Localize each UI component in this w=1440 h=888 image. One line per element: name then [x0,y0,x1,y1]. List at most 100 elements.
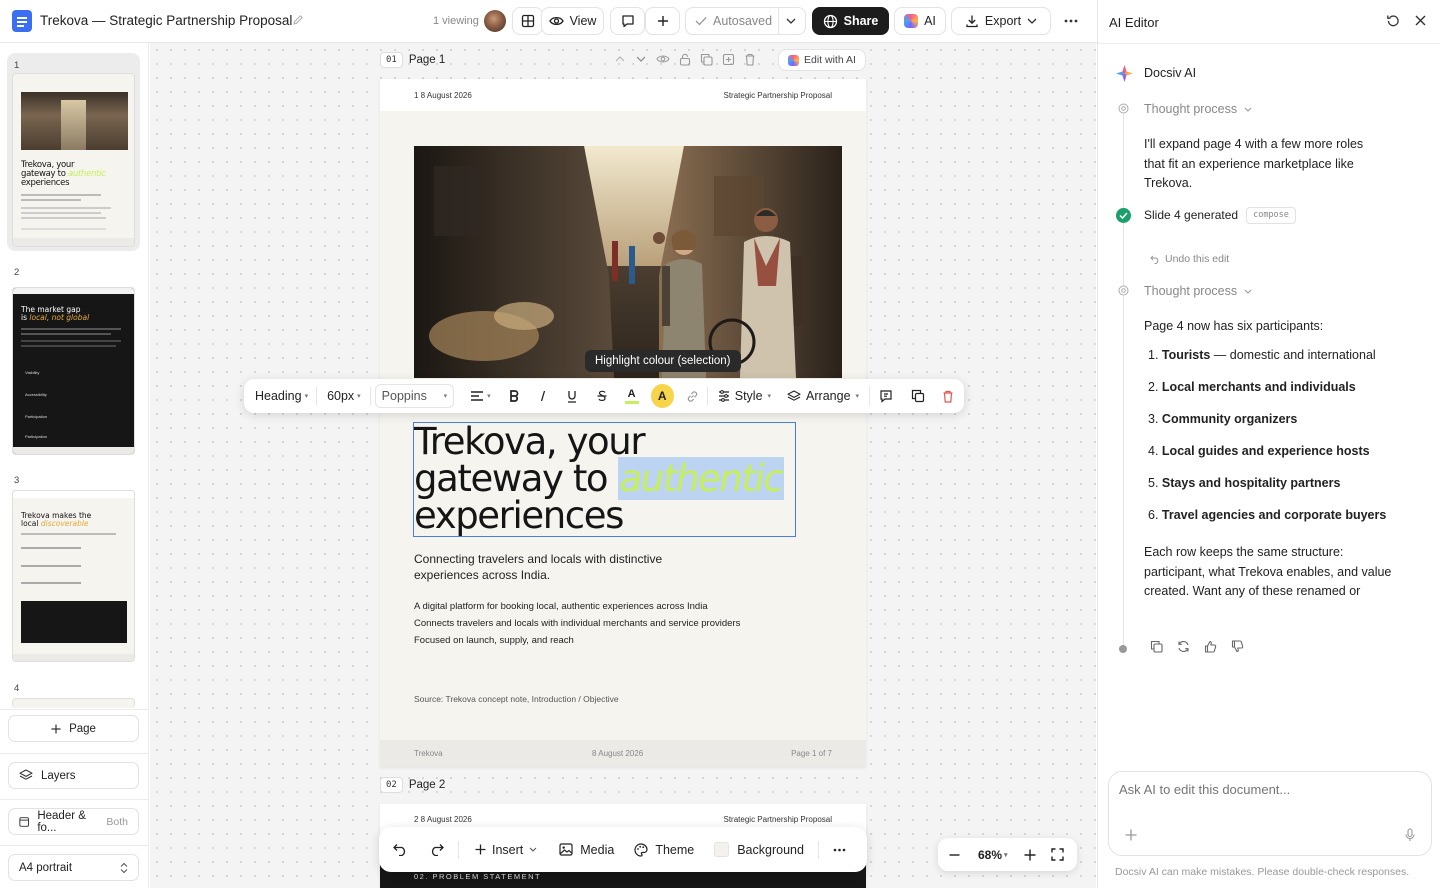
page-size-select[interactable]: A4 portrait [8,854,139,881]
style-menu[interactable]: Style ▾ [708,379,781,413]
add-page-after-icon[interactable] [722,53,735,66]
underline-button[interactable] [557,379,587,413]
view-button[interactable]: View [541,7,604,35]
rename-pencil-icon[interactable] [292,14,304,26]
background-button[interactable]: Background [704,827,818,872]
text-color-swatch [624,400,639,404]
download-icon [966,15,978,28]
move-up-icon[interactable] [614,53,626,65]
move-down-icon[interactable] [635,53,647,65]
page-2-label[interactable]: 02 Page 2 [380,777,445,793]
chevron-down-icon [1244,289,1252,295]
more-tools-button[interactable] [819,827,860,872]
autosaved-label: Autosaved [713,14,773,28]
undo-edit-button[interactable]: Undo this edit [1150,250,1229,270]
attach-button[interactable] [1120,824,1142,846]
add-comment-button[interactable] [870,379,902,413]
link-button[interactable] [678,379,707,413]
thought-icon [1118,103,1129,114]
zoom-control: 68% ▾ [938,838,1077,871]
edit-with-ai-button[interactable]: Edit with AI [778,49,866,71]
page-label: Page 2 [408,779,446,791]
page-header[interactable]: 1 8 August 2026 Strategic Partnership Pr… [380,79,866,111]
header-footer-value: Both [106,815,128,828]
redo-button[interactable] [417,827,458,872]
duplicate-button[interactable] [902,379,934,413]
grid-view-button[interactable] [512,7,543,35]
add-page-button[interactable]: Page [8,715,139,742]
page-thumbnail-2[interactable]: The market gap is local, not global Visi… [12,287,135,455]
thumbs-down-icon[interactable] [1231,640,1244,653]
comment-icon [880,390,892,403]
header-title: Strategic Partnership Proposal [723,91,833,100]
page-1-label[interactable]: 01 Page 1 [380,52,445,68]
share-button[interactable]: Share [812,7,889,35]
copy-icon[interactable] [1150,640,1163,653]
format-toolbar: Heading ▾ 60px ▾ Poppins ▾ ▾ A A Style ▾ Arr… [244,379,964,413]
autosave-status[interactable]: Autosaved [685,7,806,35]
lock-icon[interactable] [679,53,691,66]
zoom-level[interactable]: 68% ▾ [971,838,1015,871]
trash-icon [943,390,953,403]
background-label: Background [737,842,804,857]
layers-button[interactable]: Layers [8,762,139,789]
hero-photo[interactable] [414,146,842,378]
italic-button[interactable] [529,379,557,413]
ai-prompt-input[interactable] [1119,782,1419,808]
page-thumbnail-3[interactable]: Trekova makes the local discoverable [12,490,135,662]
font-size-select[interactable]: 60px ▾ [317,379,370,413]
export-button[interactable]: Export [951,7,1051,35]
document-icon [12,10,32,32]
add-button[interactable] [645,7,680,35]
thought-process-toggle[interactable]: Thought process [1144,100,1252,120]
viewing-count: 1 viewing [433,15,479,27]
duplicate-icon[interactable] [700,53,713,66]
subtitle[interactable]: Connecting travelers and locals with dis… [414,551,704,583]
zoom-in-button[interactable] [1015,838,1045,871]
history-icon[interactable] [1386,14,1400,28]
thought-process-label: Thought process [1144,284,1238,298]
more-options-button[interactable] [1057,7,1085,35]
page-thumbnail-4[interactable] [12,698,135,708]
highlight-icon: A [657,389,667,403]
insert-label: Insert [492,842,524,857]
comments-button[interactable] [610,7,645,35]
theme-button[interactable]: Theme [624,827,704,872]
block-type-select[interactable]: Heading ▾ [244,379,316,413]
microphone-button[interactable] [1399,824,1421,846]
delete-button[interactable] [934,379,964,413]
font-family-select[interactable]: Poppins ▾ [374,384,455,408]
close-icon[interactable] [1415,15,1426,26]
header-footer-button[interactable]: Header & fo... Both [8,808,139,835]
fit-screen-button[interactable] [1045,838,1070,871]
chevron-down-icon [529,847,537,852]
bullet-list[interactable]: A digital platform for booking local, au… [414,600,744,648]
thumbs-up-icon[interactable] [1204,640,1217,653]
layers-icon [19,769,33,780]
thumb-title: Trekova makes the local discoverable [21,511,92,528]
visibility-icon[interactable] [656,53,670,65]
page-thumbnail-1[interactable]: Trekova, your gateway to authentic exper… [12,73,135,247]
trash-icon[interactable] [744,53,756,66]
source-note[interactable]: Source: Trekova concept note, Introducti… [414,694,619,704]
strikethrough-button[interactable] [587,379,617,413]
palette-icon [634,842,648,857]
ai-button[interactable]: AI [894,7,946,35]
text-color-button[interactable]: A [617,379,647,413]
media-button[interactable]: Media [549,827,624,872]
page-footer[interactable]: Trekova 8 August 2026 Page 1 of 7 [380,740,866,767]
arrange-menu[interactable]: Arrange ▾ [781,379,869,413]
assistant-closing-message: Each row keeps the same structure: parti… [1144,545,1392,598]
undo-button[interactable] [379,827,417,872]
bold-button[interactable] [499,379,529,413]
align-select[interactable]: ▾ [462,379,499,413]
zoom-value: 68% [978,847,1003,862]
insert-menu[interactable]: Insert [459,827,549,872]
zoom-out-button[interactable] [938,838,971,871]
avatar[interactable] [484,10,506,32]
regenerate-icon[interactable] [1177,640,1190,653]
highlight-color-button[interactable]: A [650,384,674,408]
document-title[interactable]: Trekova — Strategic Partnership Proposal [40,13,292,28]
globe-icon [823,14,837,28]
thought-process-toggle[interactable]: Thought process [1144,282,1252,302]
